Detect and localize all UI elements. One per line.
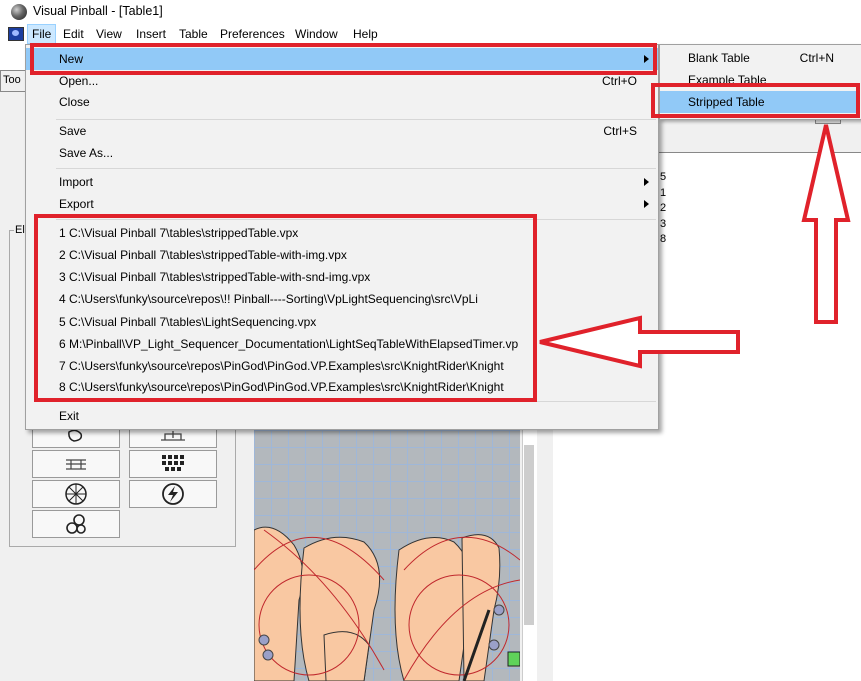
annotation-arrow-left [539, 315, 740, 369]
annotation-arrow-up [801, 124, 851, 324]
annotation-arrows [539, 124, 851, 369]
